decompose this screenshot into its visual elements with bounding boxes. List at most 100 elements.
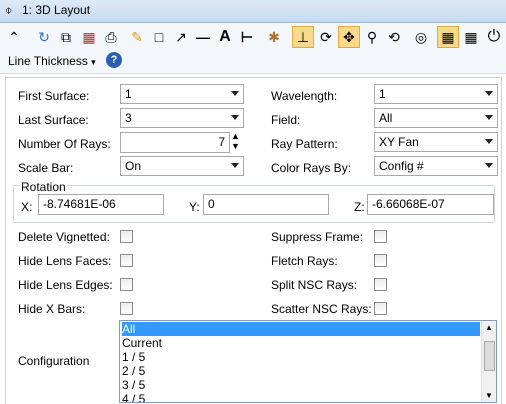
help-icon[interactable]: ? [106, 52, 122, 68]
dropdown-arrow-icon [231, 115, 239, 120]
pan-icon[interactable]: ✥ [338, 26, 360, 48]
axes-icon[interactable]: ⊥ [292, 26, 314, 48]
scatter-nsc-rays-label: Scatter NSC Rays: [271, 302, 372, 316]
last-surface-select[interactable]: 3 [120, 108, 244, 128]
field-select[interactable]: All [374, 108, 498, 128]
list-item[interactable]: Current [122, 336, 162, 350]
scale-bar-label: Scale Bar: [18, 161, 74, 175]
copy-icon[interactable]: ⧉ [55, 26, 77, 48]
hide-x-bars-checkbox[interactable] [120, 302, 133, 315]
dimension-icon[interactable]: ⊢ [236, 26, 258, 48]
lamp-icon[interactable]: ◎ [410, 26, 432, 48]
ray-pattern-label: Ray Pattern: [271, 137, 338, 151]
delete-vignetted-label: Delete Vignetted: [18, 230, 110, 244]
fletch-rays-label: Fletch Rays: [271, 254, 338, 268]
color-rays-by-select[interactable]: Config # [374, 156, 498, 176]
rotation-x-label: X: [21, 200, 33, 214]
arrow-icon[interactable]: ↗ [170, 26, 192, 48]
save-icon[interactable]: ▦ [78, 26, 100, 48]
title-bar: ⌽ 1: 3D Layout [0, 0, 506, 23]
listbox-scrollbar[interactable]: ▲ ▼ [481, 321, 496, 402]
last-surface-value: 3 [125, 111, 132, 125]
rectangle-icon[interactable]: □ [148, 26, 170, 48]
print-icon[interactable]: ⎙ [100, 26, 122, 48]
field-value: All [379, 111, 393, 125]
fletch-rays-checkbox[interactable] [374, 254, 387, 267]
hide-x-bars-label: Hide X Bars: [18, 302, 86, 316]
wavelength-value: 1 [379, 87, 386, 101]
list-item[interactable]: 1 / 5 [122, 350, 145, 364]
list-item[interactable]: 4 / 5 [122, 392, 145, 402]
rotation-y-value: 0 [208, 197, 215, 211]
rotation-x-input[interactable]: -8.74681E-06 [38, 194, 164, 215]
scroll-thumb[interactable] [484, 341, 495, 371]
number-of-rays-label: Number Of Rays: [18, 137, 111, 151]
first-surface-value: 1 [125, 87, 132, 101]
ray-pattern-select[interactable]: XY Fan [374, 132, 498, 152]
refresh-icon[interactable]: ↻ [33, 26, 55, 48]
rotation-z-input[interactable]: -6.66068E-07 [367, 194, 494, 215]
dropdown-arrow-icon [485, 115, 493, 120]
configuration-label: Configuration [18, 354, 90, 368]
rotation-y-input[interactable]: 0 [203, 194, 329, 215]
delete-vignetted-checkbox[interactable] [120, 230, 133, 243]
scale-bar-value: On [125, 159, 142, 173]
ray-pattern-value: XY Fan [379, 135, 419, 149]
power-icon[interactable]: ⏻ [483, 26, 505, 48]
line-icon[interactable]: — [192, 26, 214, 48]
settings-panel-icon[interactable]: ▦ [437, 26, 459, 48]
scroll-up-icon[interactable]: ▲ [485, 323, 493, 332]
options-toolbar: Line Thickness ▾ ? [0, 51, 506, 74]
configuration-listbox[interactable]: All Current 1 / 5 2 / 5 3 / 5 4 / 5 ▲ ▼ [119, 320, 497, 403]
rotation-x-value: -8.74681E-06 [43, 197, 116, 211]
last-surface-label: Last Surface: [18, 113, 89, 127]
split-nsc-rays-label: Split NSC Rays: [271, 278, 358, 292]
wavelength-label: Wavelength: [271, 89, 338, 103]
dropdown-arrow-icon [485, 163, 493, 168]
window-layout-icon[interactable]: ▦ [460, 26, 482, 48]
wavelength-select[interactable]: 1 [374, 84, 498, 104]
dropdown-arrow-icon [485, 139, 493, 144]
scale-bar-select[interactable]: On [120, 156, 244, 176]
suppress-frame-label: Suppress Frame: [271, 230, 364, 244]
zoom-icon[interactable]: ⚲ [361, 26, 383, 48]
number-of-rays-input[interactable]: 7 [120, 132, 230, 153]
split-nsc-rays-checkbox[interactable] [374, 278, 387, 291]
color-rays-by-value: Config # [379, 159, 424, 173]
toolbar: ⌃ ↻ ⧉ ▦ ⎙ ✎ □ ↗ — A ⊢ ✱ ⊥ ⟳ ✥ ⚲ ⟲ ◎ ▦ ▦ … [0, 23, 506, 51]
layout-dropdown-icon[interactable]: ✱ [263, 26, 285, 48]
dropdown-arrow-icon [231, 163, 239, 168]
field-label: Field: [271, 113, 301, 127]
hide-lens-faces-label: Hide Lens Faces: [18, 254, 112, 268]
rotation-label: Rotation [20, 180, 67, 194]
list-item[interactable]: All [122, 322, 480, 336]
dropdown-arrow-icon [231, 91, 239, 96]
first-surface-select[interactable]: 1 [120, 84, 244, 104]
rotate-icon[interactable]: ⟳ [315, 26, 337, 48]
number-of-rays-value: 7 [218, 135, 225, 149]
text-icon[interactable]: A [214, 26, 236, 48]
rotation-y-label: Y: [189, 200, 200, 214]
rotation-z-value: -6.66068E-07 [372, 197, 445, 211]
hide-lens-edges-label: Hide Lens Edges: [18, 278, 113, 292]
scroll-down-icon[interactable]: ▼ [485, 391, 493, 400]
list-item[interactable]: 2 / 5 [122, 364, 145, 378]
hide-lens-faces-checkbox[interactable] [120, 254, 133, 267]
list-item[interactable]: 3 / 5 [122, 378, 145, 392]
line-thickness-label: Line Thickness [8, 54, 88, 68]
window-icon: ⌽ [5, 3, 13, 17]
line-thickness-dropdown[interactable]: Line Thickness ▾ [8, 54, 96, 68]
rotation-z-label: Z: [354, 200, 365, 214]
scatter-nsc-rays-checkbox[interactable] [374, 302, 387, 315]
first-surface-label: First Surface: [18, 89, 90, 103]
suppress-frame-checkbox[interactable] [374, 230, 387, 243]
hide-lens-edges-checkbox[interactable] [120, 278, 133, 291]
chevron-down-icon: ▾ [91, 57, 96, 67]
dropdown-arrow-icon [485, 91, 493, 96]
window-title: 1: 3D Layout [22, 3, 91, 17]
rays-stepper-icon[interactable]: ▲ ▼ [231, 131, 240, 151]
reset-view-icon[interactable]: ⟲ [383, 26, 405, 48]
collapse-icon[interactable]: ⌃ [3, 26, 25, 48]
pencil-icon[interactable]: ✎ [126, 26, 148, 48]
color-rays-by-label: Color Rays By: [271, 161, 352, 175]
